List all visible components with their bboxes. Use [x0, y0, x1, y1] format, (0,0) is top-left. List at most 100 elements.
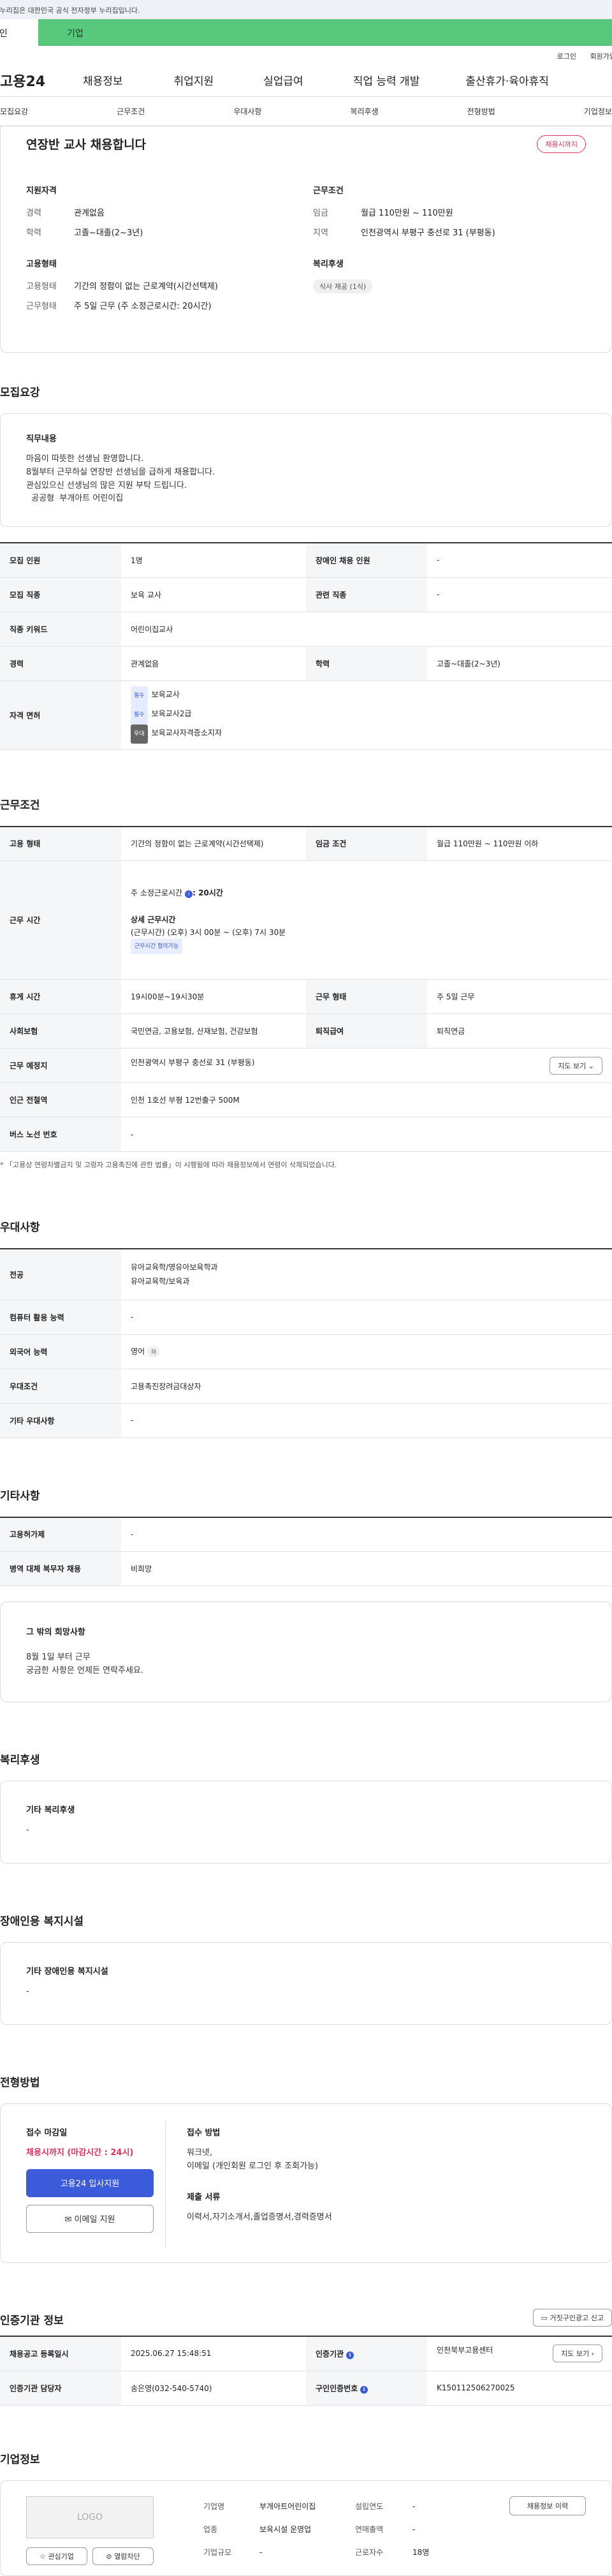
info-icon[interactable]: i: [360, 2385, 368, 2394]
age-law-note-text: 「고용상 연령차별금지 및 고령자 고용촉진에 관한 법률」이 시행됨에 따라 …: [6, 1161, 337, 1169]
agency-table: 채용공고 등록일시 2025.06.27 15:48:51 인증기관 i 인천북부…: [0, 2336, 612, 2406]
license-item: 필수 보육교사: [131, 686, 602, 705]
apply-left: 접수 마감일 채용시까지 (마감시간 : 24시) 고용24 입사지원 ✉ 이메…: [26, 2126, 154, 2233]
section-tab-recruit[interactable]: 모집요강: [0, 106, 28, 117]
row-value: 송은영(032-540-5740): [121, 2371, 306, 2406]
info-value: 부개아트어린이집: [259, 2501, 316, 2511]
summary-label: 고용형태: [26, 282, 57, 291]
table-row: 채용공고 등록일시 2025.06.27 15:48:51 인증기관 i 인천북부…: [0, 2336, 612, 2371]
table-row: 자격 면허 필수 보육교사 필수 보육교사2급 우대 보육교사자격증소지자: [0, 681, 612, 750]
license-tag: 필수: [131, 705, 148, 725]
detail-hours-value: (근무시간) (오후) 3시 00분 ~ (오후) 7시 30분: [131, 927, 286, 937]
table-row: 사회보험 국민연금, 고용보험, 산재보험, 건강보험 퇴직급여 퇴직연금: [0, 1013, 612, 1049]
info-value: -: [259, 2547, 263, 2557]
report-button[interactable]: ▭ 거짓구인광고 신고: [532, 2309, 612, 2327]
tab-person[interactable]: 개인: [0, 19, 38, 46]
license-list: 필수 보육교사 필수 보육교사2급 우대 보육교사자격증소지자: [121, 681, 612, 750]
welfare-chip: 식사 제공 (1식): [313, 279, 373, 293]
nav-item-unemployment[interactable]: 실업급여: [263, 72, 303, 88]
nav-item-employment-support[interactable]: 취업지원: [174, 72, 214, 88]
favorite-label: 관심기업: [48, 2552, 74, 2561]
main-nav: 고용24 채용정보 취업지원 실업급여 직업 능력 개발 출산휴가·육아휴직: [0, 64, 612, 97]
row-value: 고졸~대졸(2~3년): [427, 646, 612, 681]
disability-value: -: [26, 1987, 29, 1996]
row-value: 기간의 정함이 없는 근로계약(시간선택제): [121, 826, 306, 861]
agency-map-button[interactable]: 지도 보기 ›: [553, 2344, 602, 2363]
row-label: 구인인증번호 i: [306, 2371, 427, 2406]
site-logo[interactable]: 고용24: [0, 70, 83, 91]
work-time-detail: 주 소정근로시간 i: 20시간 상세 근무시간 (근무시간) (오후) 3시 0…: [121, 860, 612, 980]
history-button[interactable]: 채용정보 이력: [509, 2496, 586, 2515]
company-logo: LOGO: [26, 2496, 154, 2538]
info-label: 기업규모: [203, 2547, 232, 2557]
tab-business[interactable]: 기업: [38, 19, 612, 46]
gov-banner-text: 이 누리집은 대한민국 공식 전자정부 누리집입니다.: [0, 6, 140, 15]
row-value: -: [427, 543, 612, 578]
mail-icon: ✉: [64, 2215, 72, 2225]
nav-item-leave[interactable]: 출산휴가·육아휴직: [465, 72, 549, 88]
info-label: 업종: [203, 2524, 218, 2534]
map-button[interactable]: 지도 보기 ⌄: [550, 1056, 602, 1075]
summary-value: 주 5일 근무 (주 소정근로시간: 20시간): [74, 302, 212, 311]
row-label: 기타 우대사항: [0, 1403, 121, 1438]
row-label: 학력: [306, 646, 427, 681]
row-label: 장애인 채용 인원: [306, 543, 427, 578]
row-value: -: [427, 577, 612, 612]
section-tab-pref[interactable]: 우대사항: [233, 106, 261, 117]
row-value: 주 5일 근무: [427, 979, 612, 1014]
weekly-hours-label: 주 소정근로시간: [131, 888, 183, 897]
summary-value: 고졸~대졸(2~3년): [74, 228, 143, 238]
row-value: 국민연금, 고용보험, 산재보험, 건강보험: [121, 1013, 306, 1049]
other-table: 고용허가제 - 병역 대체 복무자 채용 비희망: [0, 1516, 612, 1586]
star-icon: ☆: [40, 2552, 46, 2561]
major-item: 유아교육학/영유아보육학과: [131, 1263, 218, 1272]
join-link[interactable]: 회원가입: [590, 52, 612, 61]
row-value: 영어 하: [121, 1334, 612, 1369]
block-label: 열람차단: [114, 2552, 140, 2561]
summary-emp-heading: 고용형태: [26, 260, 57, 269]
info-label: 근로자수: [355, 2547, 384, 2557]
section-tab-company[interactable]: 기업정보: [584, 106, 612, 117]
info-icon[interactable]: i: [346, 2351, 354, 2359]
duty-line: 마음이 따뜻한 선생님 환영합니다.: [26, 454, 143, 464]
row-value: -: [121, 1517, 612, 1552]
utility-bar: 로그인 회원가입: [0, 46, 612, 64]
deadline-heading: 접수 마감일: [26, 2128, 68, 2138]
wish-line: 8월 1일 부터 근무: [26, 1652, 91, 1662]
block-button[interactable]: ⊘ 열람차단: [92, 2547, 154, 2565]
row-value: K150112506270025: [427, 2371, 612, 2406]
age-law-note: * 「고용상 연령차별금지 및 고령자 고용촉진에 관한 법률」이 시행됨에 따…: [0, 1161, 337, 1169]
row-label: 병역 대체 복무자 채용: [0, 1551, 121, 1586]
nav-item-training[interactable]: 직업 능력 개발: [353, 72, 420, 88]
info-icon[interactable]: i: [185, 890, 193, 898]
summary-value: 기간의 정함이 없는 근로계약(시간선택제): [74, 282, 218, 291]
favorite-button[interactable]: ☆ 관심기업: [26, 2547, 87, 2565]
row-label: 전공: [0, 1249, 121, 1300]
section-tabs: 모집요강 근무조건 우대사항 복리후생 전형방법 기업정보: [0, 97, 612, 126]
email-apply-button[interactable]: ✉ 이메일 지원: [26, 2204, 154, 2233]
row-label: 인증기관 i: [306, 2336, 427, 2371]
info-label: 연매출액: [355, 2524, 384, 2534]
info-label: 설립연도: [355, 2501, 384, 2511]
login-link[interactable]: 로그인: [557, 52, 576, 61]
row-label: 임금 조건: [306, 826, 427, 861]
row-label: 인근 전철역: [0, 1082, 121, 1117]
row-label: 경력: [0, 646, 121, 681]
section-title-recruit: 모집요강: [0, 386, 40, 399]
info-label: 기업명: [203, 2501, 225, 2511]
row-label: 사회보험: [0, 1013, 121, 1049]
nav-item-jobs[interactable]: 채용정보: [83, 72, 123, 88]
welfare-heading: 기타 복리후생: [26, 1806, 75, 1815]
page: 이 누리집은 대한민국 공식 전자정부 누리집입니다. 개인 기업 로그인 회원…: [0, 0, 612, 2576]
table-row: 근무 시간 주 소정근로시간 i: 20시간 상세 근무시간 (근무시간) (오후…: [0, 860, 612, 980]
chevron-right-icon: ›: [591, 2350, 594, 2359]
table-row: 버스 노선 번호 -: [0, 1117, 612, 1152]
language: 영어: [131, 1347, 145, 1356]
section-tab-apply[interactable]: 전형방법: [467, 106, 495, 117]
section-tab-welfare[interactable]: 복리후생: [350, 106, 378, 117]
apply-button[interactable]: 고용24 입사지원: [26, 2168, 154, 2197]
agency-map-label: 지도 보기: [561, 2350, 590, 2359]
docs-value: 이력서,자기소개서,졸업증명서,경력증명서: [187, 2212, 332, 2222]
license-item: 필수 보육교사2급: [131, 705, 602, 725]
section-tab-work[interactable]: 근무조건: [117, 106, 145, 117]
